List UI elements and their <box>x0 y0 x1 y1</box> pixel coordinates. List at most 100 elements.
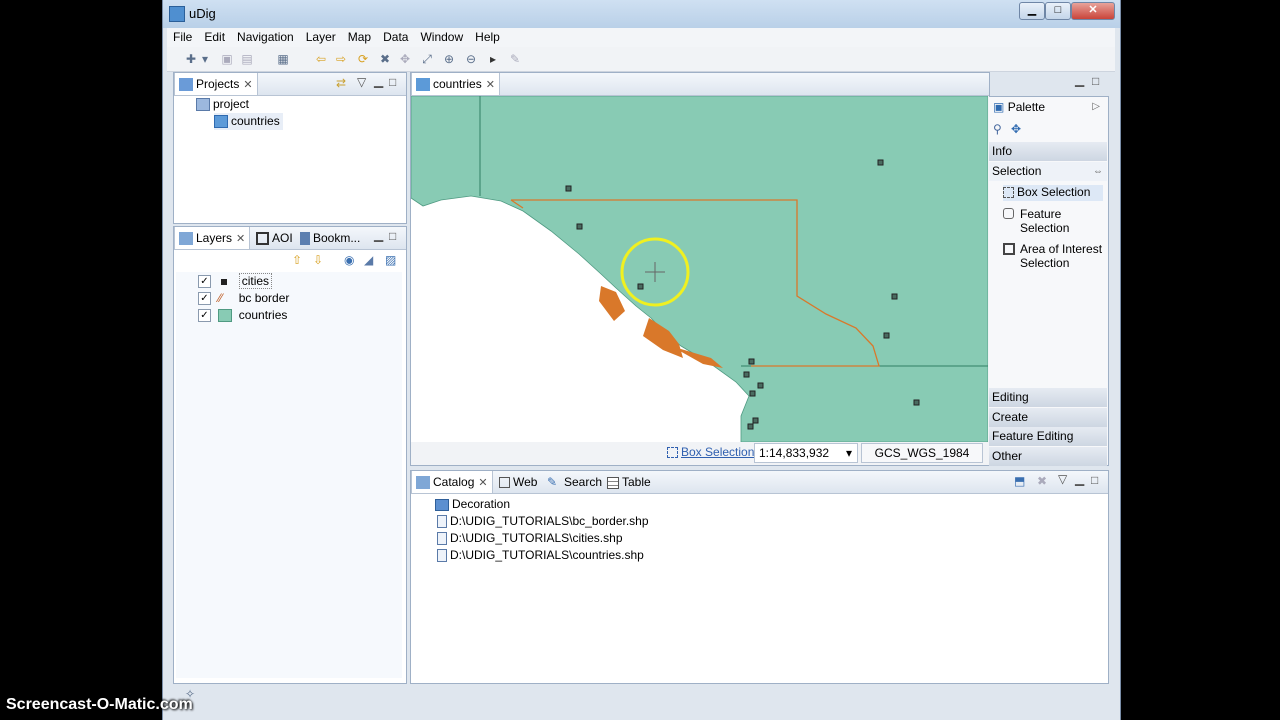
tab-aoi[interactable]: AOI <box>252 227 297 249</box>
stop-icon[interactable]: ✖ <box>377 51 393 67</box>
chevron-right-icon[interactable]: ▷ <box>1092 97 1100 117</box>
catalog-icon <box>416 476 430 490</box>
menu-help[interactable]: Help <box>469 28 506 47</box>
map-canvas[interactable] <box>411 96 988 442</box>
layer-visibility-checkbox[interactable]: ✓ <box>198 309 211 323</box>
remove-icon[interactable]: ✖ <box>1037 474 1047 488</box>
scale-dropdown[interactable]: 1:14,833,932 ▾ <box>754 443 858 463</box>
forward-icon[interactable]: ⇨ <box>333 51 349 67</box>
palette-category-other[interactable]: Other <box>989 447 1107 466</box>
style-icon[interactable]: ◉ <box>344 253 354 267</box>
layers-tabbar: Layers ✕ AOI Bookm... ▁ □ <box>174 227 406 250</box>
zoom-out-icon[interactable]: ⊖ <box>463 51 479 67</box>
tool-box-selection[interactable]: Box Selection <box>1003 185 1103 201</box>
chevron-down-icon: ▾ <box>845 446 852 460</box>
layers-list: ✓ cities ✓ ⁄⁄ bc border ✓ countries <box>176 272 402 678</box>
workbench-status-bar: ✧ <box>167 686 1115 710</box>
projects-panel: Projects ✕ ⇄ ▽ ▁ □ project countries <box>173 72 407 224</box>
dropdown-icon[interactable]: ▾ <box>201 51 209 67</box>
catalog-tabbar: Catalog ✕ Web ✎ Search Table ⬒ ✖ ▽ ▁ □ <box>411 471 1108 494</box>
menu-edit[interactable]: Edit <box>198 28 231 47</box>
layer-visibility-checkbox[interactable]: ✓ <box>198 275 211 289</box>
maximize-editor-icon[interactable]: □ <box>1092 74 1099 88</box>
zoom-extent-icon[interactable]: ⤢ <box>419 51 435 67</box>
layer-visibility-checkbox[interactable]: ✓ <box>198 292 211 306</box>
move-up-icon[interactable]: ⇧ <box>292 253 302 267</box>
catalog-item-bc-border[interactable]: D:\UDIG_TUTORIALS\bc_border.shp <box>435 513 649 530</box>
tool-aoi-selection[interactable]: Area of Interest Selection <box>1003 242 1107 270</box>
layer-countries[interactable]: ✓ countries <box>198 307 287 324</box>
catalog-item-cities[interactable]: D:\UDIG_TUTORIALS\cities.shp <box>435 530 623 547</box>
maximize-view-icon[interactable]: □ <box>1091 473 1098 487</box>
menu-window[interactable]: Window <box>414 28 469 47</box>
close-icon[interactable]: ✕ <box>478 477 487 489</box>
refresh-icon[interactable]: ⟳ <box>355 51 371 67</box>
link-icon[interactable]: ⇄ <box>336 76 346 90</box>
menu-file[interactable]: File <box>167 28 198 47</box>
save-all-icon[interactable]: ▤ <box>239 51 255 67</box>
back-icon[interactable]: ⇦ <box>313 51 329 67</box>
close-icon[interactable]: ✕ <box>243 79 252 91</box>
catalog-item-decoration[interactable]: Decoration <box>435 496 510 513</box>
title-bar: uDig ▁ □ ✕ <box>163 0 1120 28</box>
minimize-view-icon[interactable]: ▁ <box>1075 472 1084 486</box>
bookmark-icon <box>300 232 310 246</box>
tab-projects[interactable]: Projects ✕ <box>174 73 258 95</box>
menu-navigation[interactable]: Navigation <box>231 28 300 47</box>
move-down-icon[interactable]: ⇩ <box>313 253 323 267</box>
palette-category-editing[interactable]: Editing <box>989 388 1107 407</box>
tab-layers[interactable]: Layers ✕ <box>174 227 251 249</box>
folder-icon <box>435 498 449 511</box>
edit-layer-icon[interactable]: ◢ <box>364 253 373 267</box>
minimize-button[interactable]: ▁ <box>1019 2 1045 20</box>
file-icon <box>437 515 447 529</box>
view-menu-icon[interactable]: ▽ <box>1058 472 1067 486</box>
view-menu-icon[interactable]: ▽ <box>357 75 366 89</box>
layer-options-icon[interactable]: ▨ <box>385 253 396 267</box>
projects-tabbar: Projects ✕ ⇄ ▽ ▁ □ <box>174 73 406 96</box>
tab-catalog[interactable]: Catalog ✕ <box>411 471 493 493</box>
crs-button[interactable]: GCS_WGS_1984 <box>861 443 983 463</box>
layer-bc-border[interactable]: ✓ ⁄⁄ bc border <box>198 290 289 307</box>
box-selection-icon <box>1003 187 1014 199</box>
close-icon[interactable]: ✕ <box>236 233 245 245</box>
play-icon[interactable]: ▸ <box>485 51 501 67</box>
zoom-in-icon[interactable]: ⊕ <box>441 51 457 67</box>
edit-icon[interactable]: ✎ <box>507 51 523 67</box>
zoom-tool-icon[interactable]: ⚲ <box>993 122 1002 136</box>
maximize-view-icon[interactable]: □ <box>389 75 396 89</box>
palette-header[interactable]: ▣ Palette ▷ <box>989 97 1108 117</box>
point-icon <box>221 278 228 285</box>
close-button[interactable]: ✕ <box>1071 2 1115 20</box>
tree-item-countries[interactable]: countries <box>214 113 283 130</box>
tab-table[interactable]: Table <box>603 471 655 493</box>
map-icon[interactable]: ▦ <box>275 51 291 67</box>
layer-cities[interactable]: ✓ cities <box>198 273 273 290</box>
menu-map[interactable]: Map <box>342 28 377 47</box>
palette-category-info[interactable]: Info <box>989 142 1107 161</box>
tree-item-project[interactable]: project <box>196 96 249 113</box>
tab-countries-map[interactable]: countries ✕ <box>411 73 500 95</box>
tool-status[interactable]: Box Selection <box>667 445 754 459</box>
tab-web[interactable]: Web <box>495 471 541 493</box>
minimize-view-icon[interactable]: ▁ <box>374 228 383 242</box>
tool-feature-selection[interactable]: Feature Selection <box>1003 207 1103 235</box>
close-icon[interactable]: ✕ <box>486 79 495 91</box>
maximize-button[interactable]: □ <box>1045 2 1071 20</box>
minimize-editor-icon[interactable]: ▁ <box>1075 73 1084 87</box>
import-icon[interactable]: ⬒ <box>1014 474 1025 488</box>
save-icon[interactable]: ▣ <box>219 51 235 67</box>
menu-layer[interactable]: Layer <box>300 28 342 47</box>
tab-search[interactable]: ✎ Search <box>543 471 606 493</box>
catalog-item-countries[interactable]: D:\UDIG_TUTORIALS\countries.shp <box>435 547 644 564</box>
minimize-view-icon[interactable]: ▁ <box>374 74 383 88</box>
maximize-view-icon[interactable]: □ <box>389 229 396 243</box>
clear-icon[interactable]: ✥ <box>397 51 413 67</box>
pan-tool-icon[interactable]: ✥ <box>1011 122 1021 136</box>
menu-data[interactable]: Data <box>377 28 414 47</box>
palette-category-selection[interactable]: Selection ⇔ <box>989 162 1107 181</box>
tab-bookmarks[interactable]: Bookm... <box>296 227 364 249</box>
palette-category-feature-editing[interactable]: Feature Editing <box>989 427 1107 446</box>
palette-category-create[interactable]: Create <box>989 408 1107 427</box>
new-icon[interactable]: ✚ <box>183 51 199 67</box>
